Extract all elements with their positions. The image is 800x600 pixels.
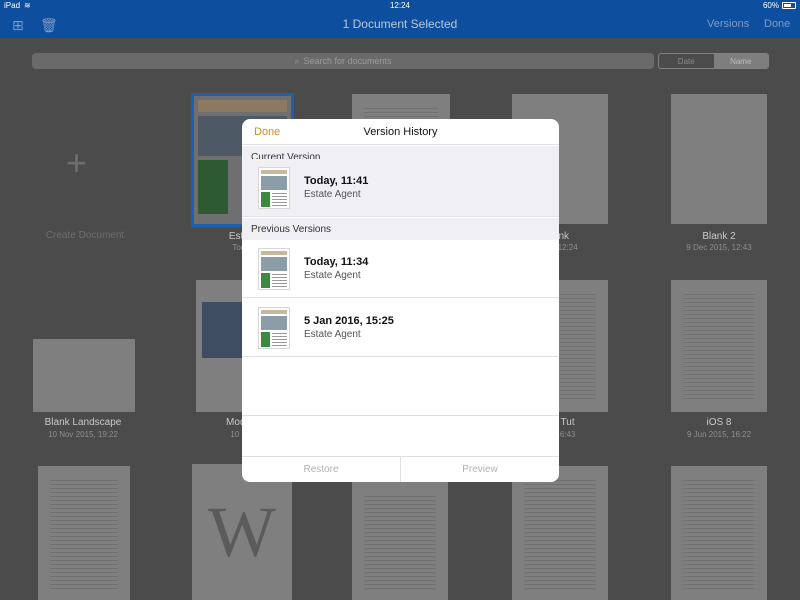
done-button[interactable]: Done bbox=[764, 18, 790, 30]
version-thumbnail bbox=[258, 167, 290, 209]
versions-button[interactable]: Versions bbox=[707, 18, 749, 30]
version-row-current[interactable]: Today, 11:41 Estate Agent bbox=[242, 159, 559, 217]
status-bar: iPad ≋ 12:24 60% bbox=[0, 0, 800, 12]
search-placeholder: Search for documents bbox=[303, 56, 392, 66]
document-thumbnail[interactable] bbox=[671, 466, 767, 600]
version-thumbnail bbox=[258, 307, 290, 349]
search-icon: ⌕ bbox=[294, 55, 300, 66]
version-row[interactable]: Today, 11:34 Estate Agent bbox=[242, 240, 559, 298]
document-name: iOS 8 bbox=[706, 417, 732, 428]
create-document-label[interactable]: Create Document bbox=[20, 230, 150, 241]
document-thumbnail-blank-landscape[interactable] bbox=[33, 339, 135, 412]
version-history-popover: Done Version History Current Version Tod… bbox=[242, 119, 559, 482]
create-plus-icon[interactable]: + bbox=[66, 142, 87, 184]
version-time: Today, 11:34 bbox=[304, 256, 369, 268]
popover-title: Version History bbox=[363, 126, 438, 138]
document-name: Blank 2 bbox=[702, 231, 736, 242]
document-thumbnail-blank-2[interactable] bbox=[671, 94, 767, 224]
document-thumbnail[interactable] bbox=[352, 482, 448, 600]
popover-header: Done Version History bbox=[242, 119, 559, 145]
document-thumbnail-ios-8[interactable] bbox=[671, 280, 767, 412]
battery-icon bbox=[782, 2, 796, 9]
popover-footer: Restore Preview bbox=[242, 456, 559, 482]
previous-versions-header: Previous Versions bbox=[242, 218, 559, 240]
navigation-bar: iPad ≋ 12:24 60% ⊞ 🗑 1 Document Selected… bbox=[0, 0, 800, 38]
version-thumbnail bbox=[258, 248, 290, 290]
version-time: Today, 11:41 bbox=[304, 175, 369, 187]
sort-date[interactable]: Date bbox=[659, 54, 714, 68]
version-document-name: Estate Agent bbox=[304, 329, 361, 340]
page-title: 1 Document Selected bbox=[342, 17, 458, 31]
search-input[interactable]: ⌕ Search for documents bbox=[32, 53, 654, 69]
version-document-name: Estate Agent bbox=[304, 189, 361, 200]
version-row[interactable]: 5 Jan 2016, 15:25 Estate Agent bbox=[242, 299, 559, 357]
status-time: 12:24 bbox=[389, 1, 411, 10]
document-thumbnail[interactable] bbox=[38, 466, 130, 600]
empty-row bbox=[242, 358, 559, 416]
document-name: Blank Landscape bbox=[44, 417, 122, 428]
document-date: 9 Jun 2015, 16:22 bbox=[686, 430, 752, 439]
sort-segmented-control[interactable]: Date Name bbox=[658, 53, 769, 69]
restore-button[interactable]: Restore bbox=[242, 457, 401, 482]
document-date: 10 Nov 2015, 19:22 bbox=[48, 430, 118, 439]
word-document-thumbnail[interactable]: W bbox=[192, 464, 292, 600]
battery-percent: 60% bbox=[762, 1, 779, 10]
document-thumbnail[interactable] bbox=[512, 466, 608, 600]
version-document-name: Estate Agent bbox=[304, 270, 361, 281]
document-date: 9 Dec 2015, 12:43 bbox=[686, 243, 752, 252]
sort-name[interactable]: Name bbox=[713, 54, 768, 68]
version-time: 5 Jan 2016, 15:25 bbox=[304, 315, 394, 327]
preview-button[interactable]: Preview bbox=[401, 457, 559, 482]
